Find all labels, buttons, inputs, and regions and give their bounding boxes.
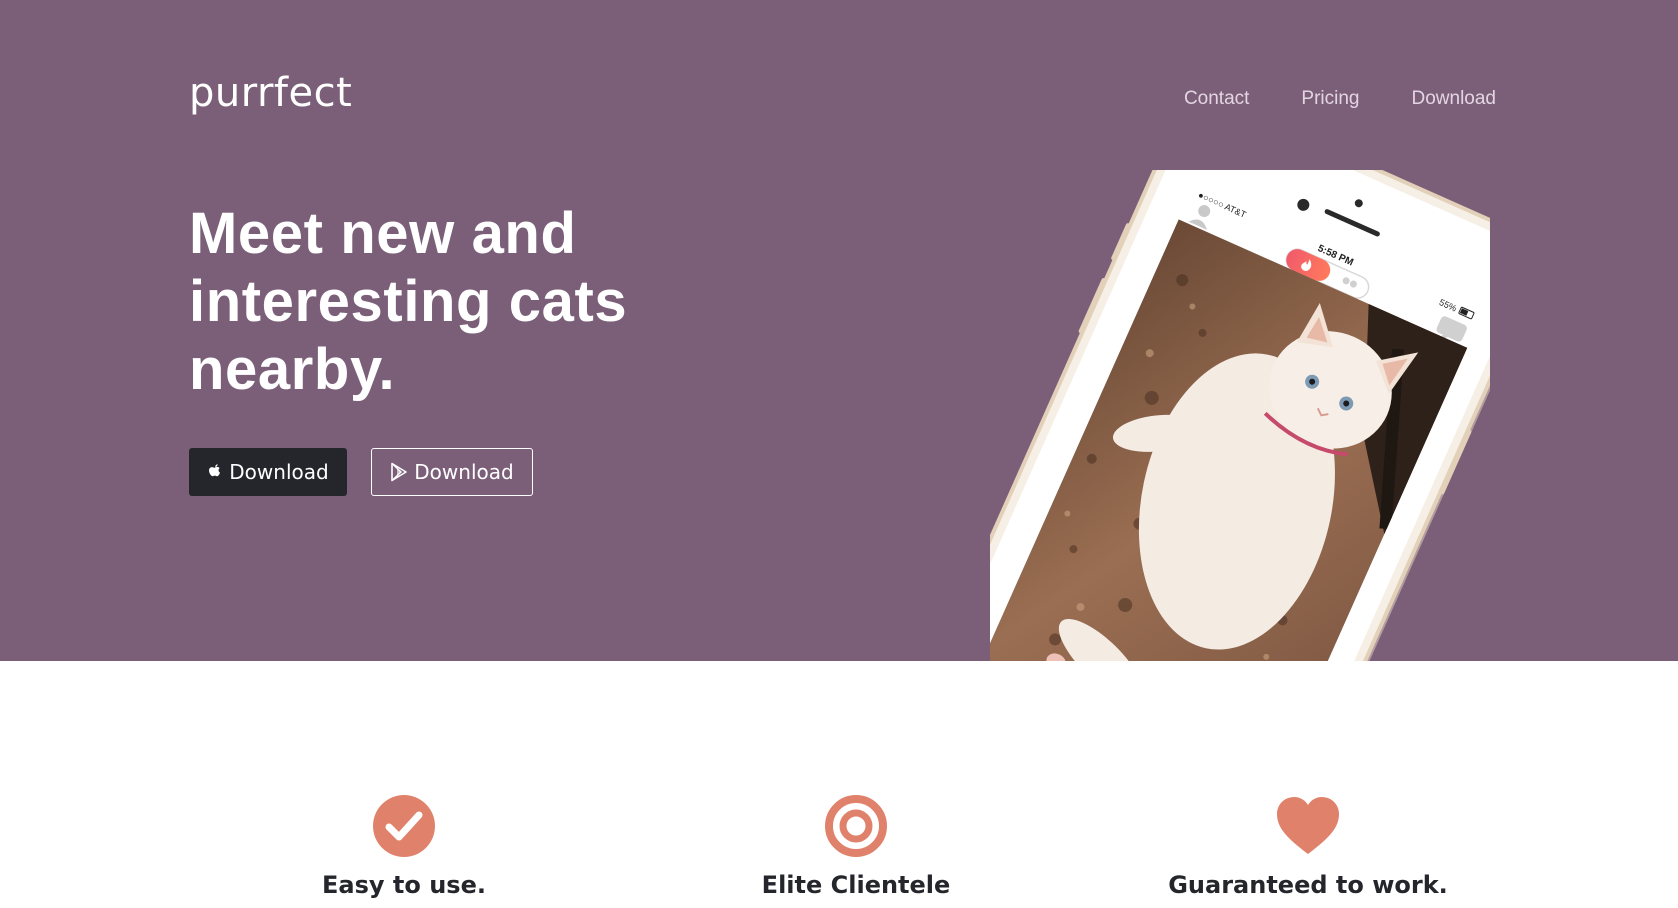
nav-pricing[interactable]: Pricing xyxy=(1301,88,1359,110)
nav-contact[interactable]: Contact xyxy=(1184,88,1249,110)
features-section: Easy to use. Elite Clientele Guaranteed … xyxy=(0,661,1678,908)
feature-title: Guaranteed to work. xyxy=(1168,871,1448,899)
hero-section: purrfect Contact Pricing Download Meet n… xyxy=(0,0,1678,661)
top-nav: Contact Pricing Download xyxy=(1184,88,1496,110)
heart-icon xyxy=(1275,793,1341,859)
google-play-download-button[interactable]: Download xyxy=(371,448,533,496)
phone-mockup: ●○○○○ AT&T 5:58 PM 55% xyxy=(900,105,1532,661)
google-play-download-label: Download xyxy=(414,460,514,484)
hero-headline: Meet new and interesting cats nearby. xyxy=(189,201,628,402)
app-store-download-button[interactable]: Download xyxy=(189,448,347,496)
target-icon xyxy=(823,793,889,859)
app-store-download-label: Download xyxy=(229,460,329,484)
nav-download[interactable]: Download xyxy=(1412,88,1497,110)
feature-title: Easy to use. xyxy=(322,871,486,899)
feature-easy-to-use: Easy to use. xyxy=(204,793,604,899)
check-circle-icon xyxy=(371,793,437,859)
feature-elite-clientele: Elite Clientele xyxy=(656,793,1056,899)
brand-logo[interactable]: purrfect xyxy=(189,70,352,116)
feature-guaranteed: Guaranteed to work. xyxy=(1108,793,1508,899)
play-store-icon xyxy=(390,462,408,482)
feature-title: Elite Clientele xyxy=(761,871,951,899)
apple-icon xyxy=(207,463,223,481)
